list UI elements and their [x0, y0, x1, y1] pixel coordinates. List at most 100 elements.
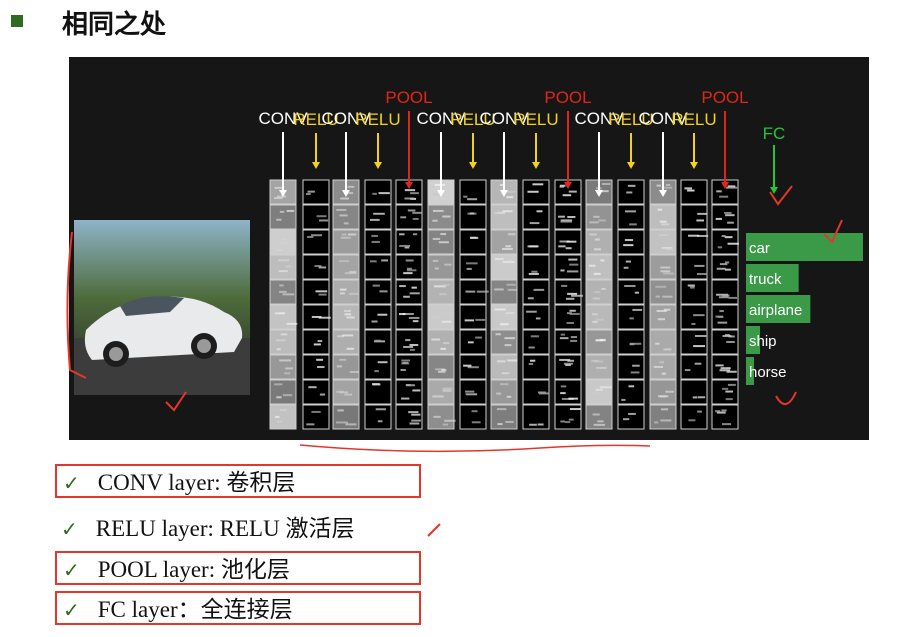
- feature-texture: [570, 339, 578, 342]
- feature-texture: [276, 396, 282, 399]
- check-icon: ✓: [63, 598, 80, 622]
- fc-label: FC: [763, 124, 786, 143]
- feature-texture: [592, 297, 600, 300]
- feature-map: [459, 204, 487, 230]
- feature-texture: [370, 260, 377, 263]
- feature-texture: [693, 314, 705, 317]
- feature-texture: [725, 398, 733, 401]
- feature-texture: [495, 333, 501, 336]
- feature-texture: [432, 237, 441, 240]
- feature-texture: [656, 184, 662, 187]
- feature-texture: [594, 238, 600, 241]
- arrow-head: [770, 187, 778, 194]
- feature-map: [522, 254, 550, 280]
- feature-texture: [471, 410, 478, 413]
- arrow-head: [374, 162, 382, 169]
- feature-texture: [442, 284, 450, 287]
- feature-texture: [411, 413, 421, 416]
- feature-map: [554, 329, 582, 355]
- feature-map: [427, 279, 455, 305]
- feature-texture: [319, 393, 326, 396]
- feature-texture: [465, 393, 478, 396]
- feature-texture: [528, 363, 534, 366]
- feature-texture: [595, 339, 603, 342]
- feature-map: [332, 329, 360, 355]
- feature-texture: [527, 245, 538, 248]
- feature-map: [711, 354, 739, 380]
- list-item-pool: ✓ POOL layer: 池化层: [55, 551, 421, 585]
- feature-texture: [308, 386, 317, 389]
- arrow-head: [690, 162, 698, 169]
- feature-map: [332, 404, 360, 430]
- feature-texture: [280, 238, 286, 241]
- feature-texture: [438, 241, 449, 244]
- feature-texture: [506, 283, 516, 286]
- feature-texture: [722, 294, 730, 297]
- feature-texture: [400, 216, 407, 219]
- feature-texture: [348, 292, 360, 295]
- feature-texture: [505, 312, 515, 315]
- feature-map: [302, 229, 330, 255]
- feature-texture: [279, 284, 284, 287]
- feature-texture: [569, 309, 576, 312]
- feature-texture: [725, 214, 735, 217]
- cnn-diagram: CONV RELU CONV RELU POOL CONV RELU CONV RELU POOL…: [69, 57, 869, 440]
- feature-texture: [342, 334, 354, 337]
- feature-texture: [375, 408, 386, 411]
- feature-texture: [411, 286, 417, 289]
- feature-texture: [725, 390, 734, 393]
- feature-texture: [442, 215, 451, 218]
- feature-map: [680, 254, 708, 280]
- feature-map: [680, 329, 708, 355]
- feature-texture: [661, 372, 666, 375]
- feature-map: [427, 354, 455, 380]
- feature-texture: [692, 396, 698, 399]
- feature-map: [427, 404, 455, 430]
- feature-texture: [565, 247, 572, 250]
- feature-map: [522, 229, 550, 255]
- feature-map: [554, 304, 582, 330]
- feature-texture: [688, 234, 700, 237]
- feature-map: [711, 254, 739, 280]
- feature-map: [427, 254, 455, 280]
- feature-texture: [558, 215, 565, 218]
- feature-texture: [340, 197, 350, 200]
- feature-texture: [663, 272, 675, 275]
- feature-map: [302, 379, 330, 405]
- feature-map: [302, 329, 330, 355]
- feature-texture: [569, 312, 580, 315]
- feature-texture: [343, 222, 349, 225]
- feature-texture: [439, 293, 447, 296]
- feature-texture: [412, 217, 419, 220]
- feature-texture: [536, 210, 543, 213]
- feature-texture: [505, 245, 512, 248]
- feature-texture: [381, 259, 389, 262]
- feature-texture: [444, 419, 456, 422]
- feature-texture: [343, 309, 352, 312]
- list-item-text: RELU layer: RELU 激活层: [95, 516, 355, 541]
- feature-texture: [279, 290, 287, 293]
- feature-texture: [529, 359, 536, 362]
- class-label: horse: [749, 364, 787, 381]
- check-icon: ✓: [61, 517, 78, 541]
- feature-texture: [282, 293, 295, 296]
- feature-texture: [464, 319, 475, 322]
- feature-texture: [313, 343, 321, 346]
- feature-texture: [275, 415, 280, 418]
- feature-texture: [593, 423, 606, 426]
- feature-texture: [559, 184, 566, 187]
- feature-texture: [727, 221, 734, 224]
- feature-texture: [410, 192, 419, 195]
- feature-texture: [694, 335, 707, 338]
- feature-texture: [527, 190, 539, 193]
- feature-map: [269, 254, 297, 280]
- feature-texture: [318, 316, 331, 319]
- feature-map: [711, 229, 739, 255]
- feature-texture: [401, 397, 410, 400]
- feature-texture: [438, 370, 446, 373]
- feature-texture: [279, 409, 287, 412]
- feature-texture: [276, 218, 282, 221]
- feature-texture: [475, 336, 483, 339]
- feature-map: [459, 404, 487, 430]
- feature-texture: [696, 219, 705, 222]
